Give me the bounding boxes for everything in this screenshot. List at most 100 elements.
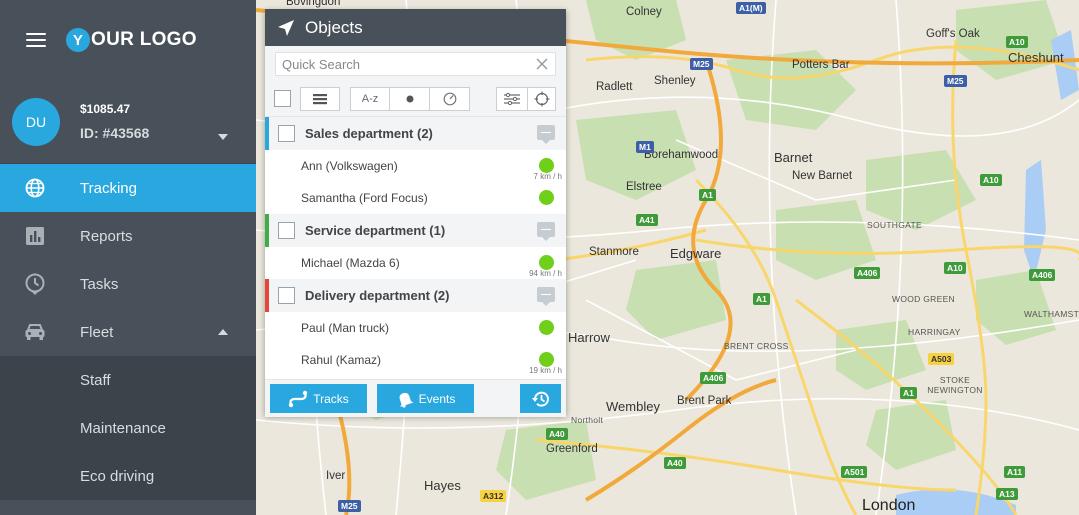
sort-alphabetical-button[interactable]: A-z [350, 86, 390, 111]
object-row[interactable]: Ann (Volkswagen) 7 km / h [265, 150, 566, 182]
road-shield: M1 [636, 141, 654, 153]
sort-status-button[interactable] [390, 86, 430, 111]
map-label: Iver [326, 470, 346, 482]
caret-up-icon[interactable] [218, 329, 228, 335]
group-title: Sales department (2) [305, 126, 433, 141]
map-label: Borehamwood [644, 149, 719, 161]
group-checkbox[interactable] [278, 287, 295, 304]
map-label: Shenley [654, 75, 696, 87]
account-panel[interactable]: DU $1085.47 ID: #43568 [0, 80, 256, 164]
panel-title: Objects [305, 17, 363, 37]
navigation-arrow-icon [277, 19, 295, 37]
map-label: Bovingdon [286, 0, 341, 8]
object-row[interactable]: Paul (Man truck) [265, 312, 566, 344]
list-icon [313, 93, 327, 104]
map-label: Radlett [596, 81, 633, 93]
object-name: Samantha (Ford Focus) [301, 191, 428, 205]
road-shield: A10 [980, 174, 1002, 186]
map-label: WOOD GREEN [892, 294, 955, 304]
car-icon [24, 321, 46, 343]
object-row[interactable]: Samantha (Ford Focus) [265, 182, 566, 214]
nav-label: Tracking [80, 179, 137, 197]
nav-item-eco-driving[interactable]: Eco driving [0, 452, 256, 500]
object-speed: 19 km / h [529, 366, 562, 375]
map-label: Stanmore [589, 246, 639, 258]
select-all-checkbox[interactable] [274, 90, 291, 107]
group-menu-button[interactable] [537, 222, 555, 241]
map-label: Hayes [424, 478, 461, 493]
group-checkbox[interactable] [278, 222, 295, 239]
road-shield: A1 [753, 293, 770, 305]
group-checkbox[interactable] [278, 125, 295, 142]
sidebar: Y OUR LOGO DU $1085.47 ID: #43568 Tracki… [0, 0, 256, 515]
object-speed: 94 km / h [529, 269, 562, 278]
nav-item-tracking[interactable]: Tracking [0, 164, 256, 212]
panel-footer: Tracks Events [265, 379, 566, 417]
map-label: Brent Park [677, 395, 732, 407]
events-button[interactable]: Events [377, 384, 474, 413]
status-online-icon [539, 255, 554, 270]
map-label: WALTHAMSTOW [1024, 309, 1079, 319]
object-row[interactable]: Rahul (Kamaz) 19 km / h [265, 344, 566, 376]
road-shield: M25 [690, 58, 713, 70]
object-name: Michael (Mazda 6) [301, 256, 400, 270]
status-online-icon [539, 320, 554, 335]
history-icon [531, 389, 551, 409]
object-name: Rahul (Kamaz) [301, 353, 382, 367]
nav-item-fleet[interactable]: Fleet [0, 308, 256, 356]
locate-button[interactable] [528, 86, 556, 111]
map-label: STOKE NEWINGTON [927, 375, 983, 395]
menu-icon[interactable] [26, 33, 46, 47]
globe-icon [24, 177, 46, 199]
group-header-sales[interactable]: Sales department (2) [265, 117, 566, 150]
list-view-button[interactable] [300, 86, 340, 111]
nav-item-reports[interactable]: Reports [0, 212, 256, 260]
object-name: Paul (Man truck) [301, 321, 390, 335]
bar-chart-icon [24, 225, 46, 247]
search-input[interactable] [276, 53, 555, 75]
sort-speed-button[interactable] [430, 86, 470, 111]
objects-panel: Objects A-z [265, 9, 566, 417]
road-shield: A312 [480, 490, 507, 502]
map-label: London [862, 497, 916, 514]
bell-icon [396, 390, 414, 408]
group-header-service[interactable]: Service department (1) [265, 214, 566, 247]
logo[interactable]: Y OUR LOGO [66, 28, 197, 52]
map-label: HARRINGAY [908, 327, 961, 337]
map-label: Harrow [568, 330, 610, 345]
nav-item-maintenance[interactable]: Maintenance [0, 404, 256, 452]
caret-down-icon[interactable] [218, 134, 228, 140]
nav-label: Tasks [80, 275, 119, 293]
group-header-delivery[interactable]: Delivery department (2) [265, 279, 566, 312]
road-shield: A41 [636, 214, 658, 226]
group-title: Service department (1) [305, 223, 446, 238]
clear-icon[interactable] [535, 57, 549, 71]
nav-item-staff[interactable]: Staff [0, 356, 256, 404]
sliders-icon [504, 92, 520, 105]
filter-group [496, 86, 556, 111]
map-label: Northolt [571, 415, 604, 425]
filter-button[interactable] [496, 86, 528, 111]
route-icon [288, 390, 308, 408]
nav-item-tasks[interactable]: Tasks [0, 260, 256, 308]
object-row[interactable]: Michael (Mazda 6) 94 km / h [265, 247, 566, 279]
logo-text: OUR LOGO [91, 29, 197, 50]
map-label: BRENT CROSS [724, 341, 789, 351]
sort-group: A-z [350, 86, 470, 111]
account-balance: $1085.47 [80, 102, 131, 116]
history-button[interactable] [520, 384, 561, 413]
map-label: Colney [626, 6, 662, 18]
map-label: Goff's Oak [926, 28, 980, 40]
tracks-button[interactable]: Tracks [270, 384, 367, 413]
object-speed: 7 km / h [533, 172, 562, 181]
group-menu-button[interactable] [537, 125, 555, 144]
status-online-icon [539, 158, 554, 173]
logo-mark: Y [66, 28, 90, 52]
nav-label: Reports [80, 227, 133, 245]
crosshair-icon [534, 91, 549, 106]
map-label: SOUTHGATE [867, 220, 922, 230]
map-label: Greenford [546, 443, 598, 455]
map-label: Edgware [670, 246, 722, 261]
group-menu-button[interactable] [537, 287, 555, 306]
road-shield: A1(M) [736, 2, 766, 14]
